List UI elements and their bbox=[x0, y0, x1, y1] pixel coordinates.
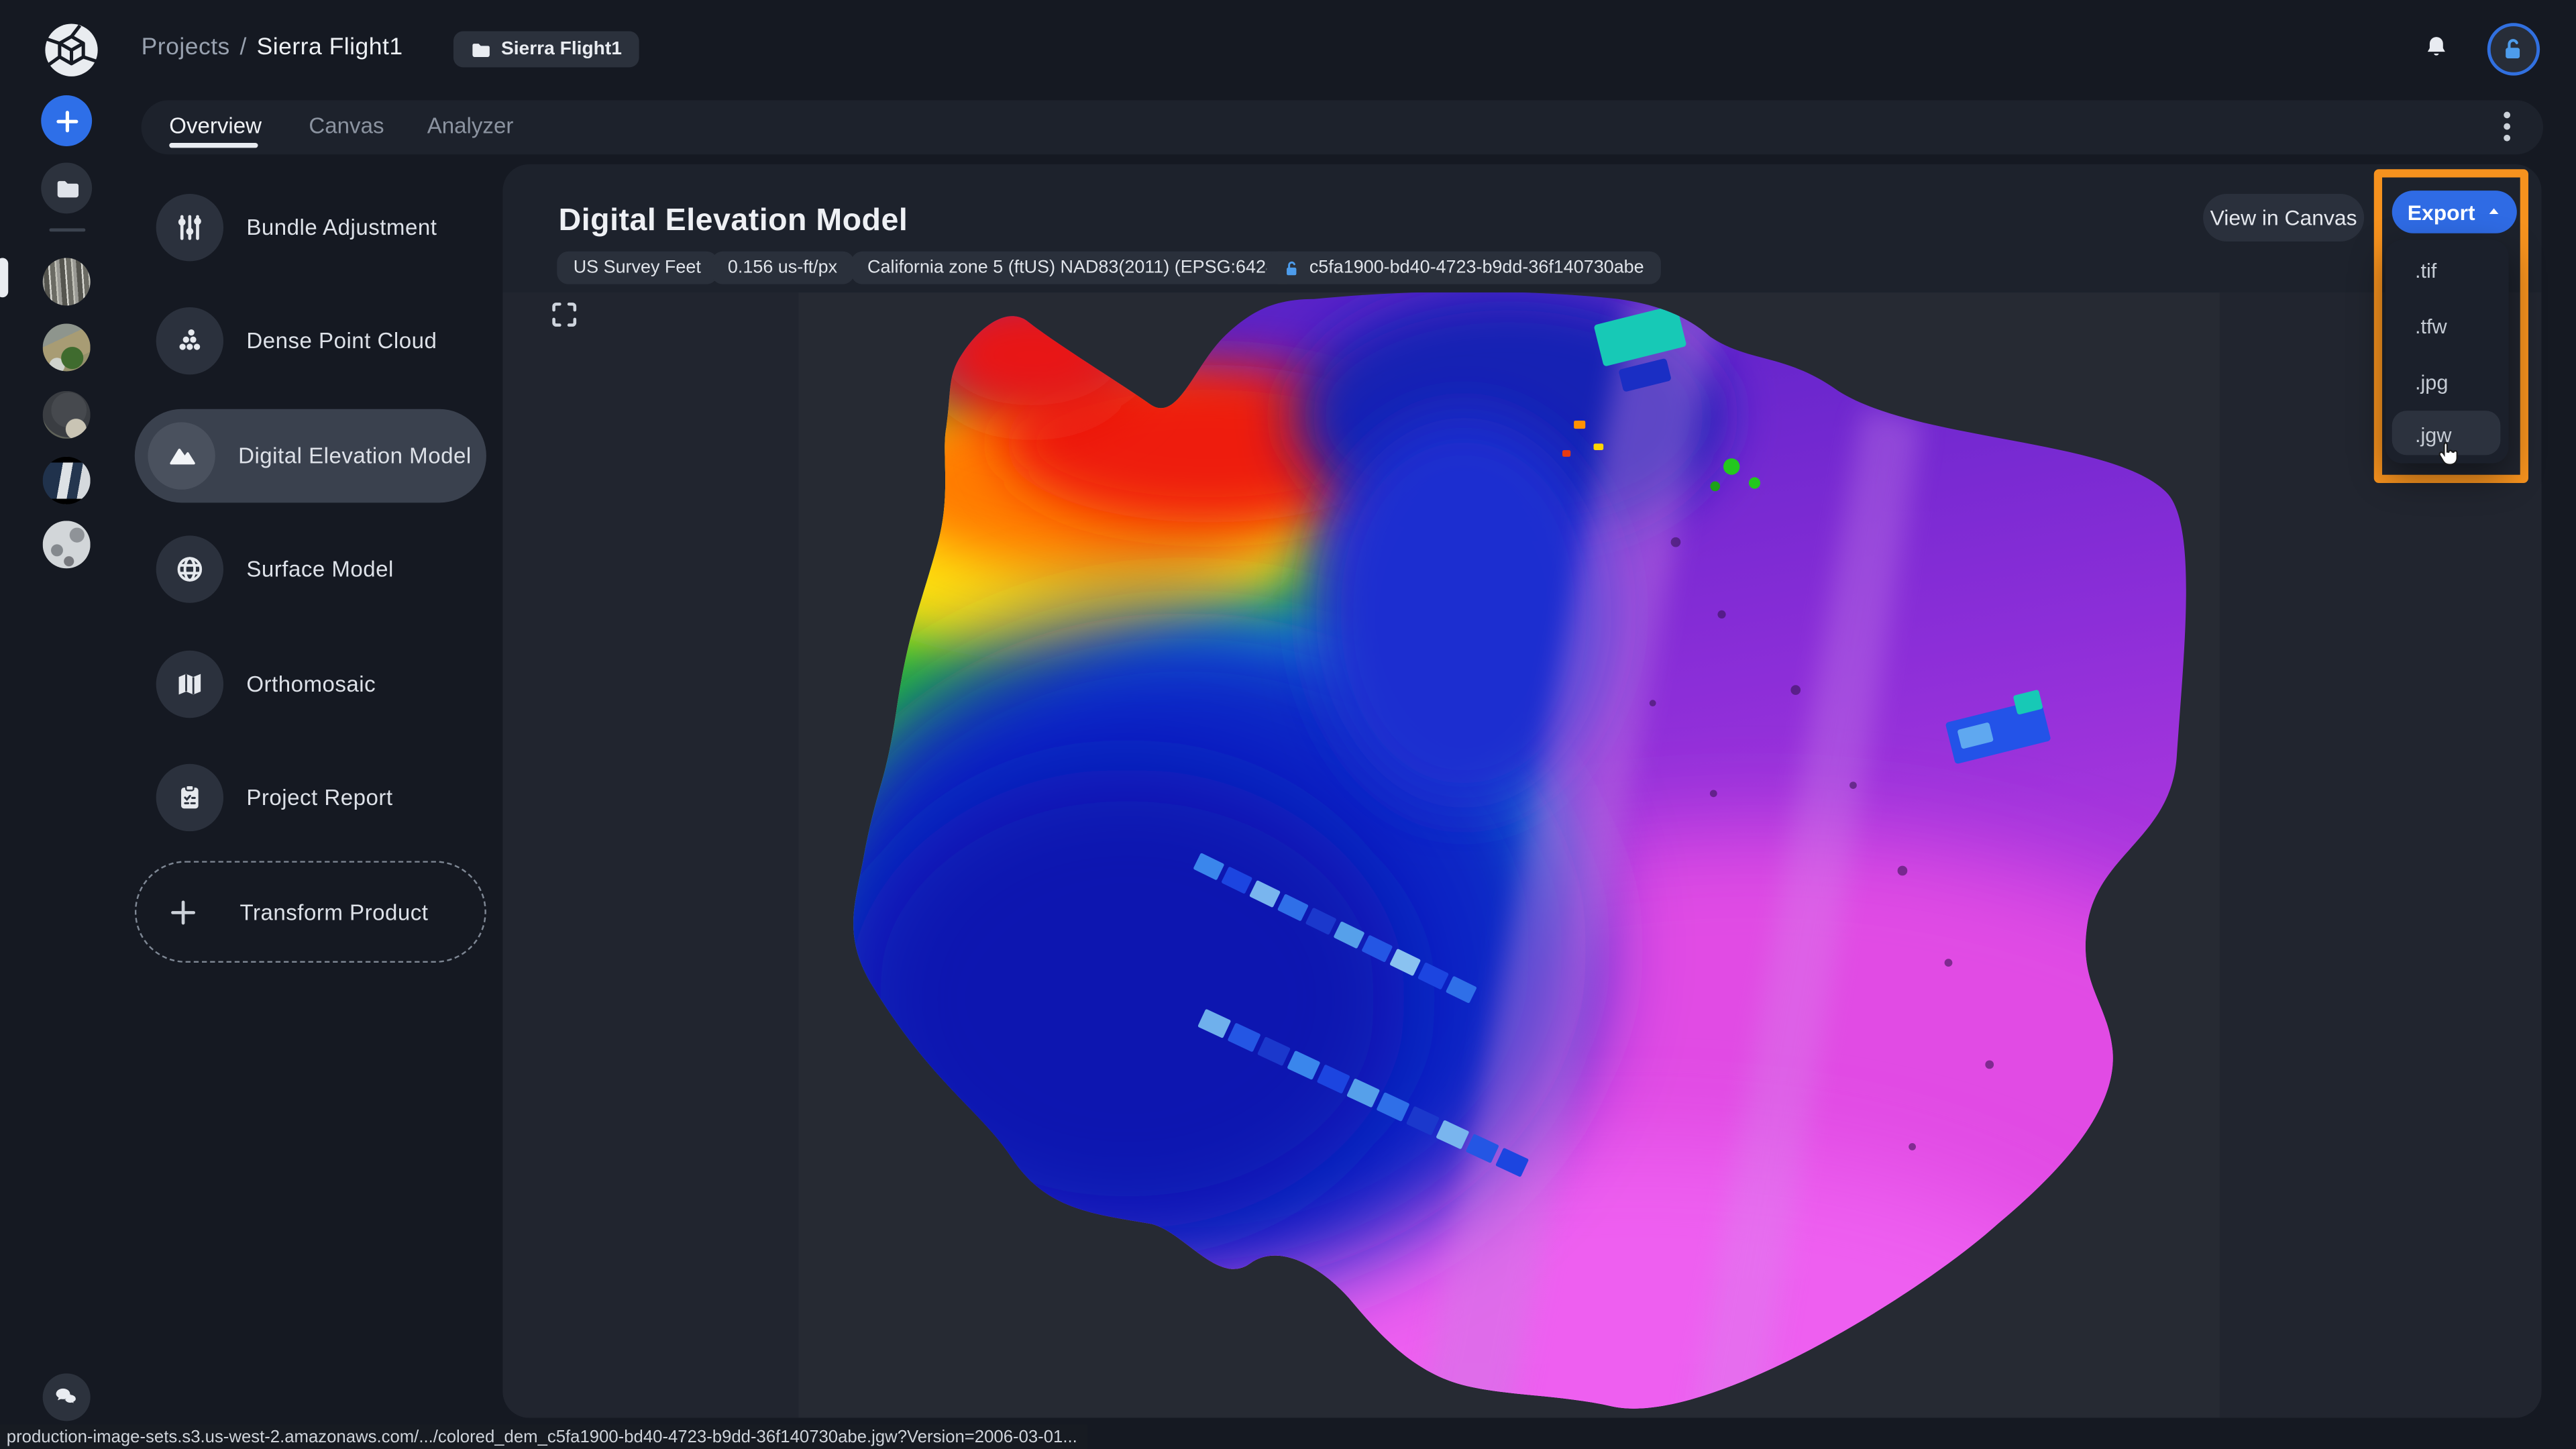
units-badge: US Survey Feet bbox=[557, 251, 718, 284]
tab-analyzer[interactable]: Analyzer bbox=[427, 113, 514, 138]
globe-icon bbox=[156, 535, 224, 603]
flight-thumbnail-5[interactable] bbox=[42, 521, 91, 569]
sidebar-item-label: Digital Elevation Model bbox=[238, 443, 472, 468]
project-badge[interactable]: Sierra Flight1 bbox=[453, 31, 639, 68]
browser-status-bar: production-image-sets.s3.us-west-2.amazo… bbox=[0, 1424, 1087, 1449]
notifications-bell-icon[interactable] bbox=[2420, 33, 2453, 66]
active-flight-indicator bbox=[0, 258, 9, 298]
sidebar-item-label: Dense Point Cloud bbox=[246, 328, 437, 354]
page-title: Digital Elevation Model bbox=[558, 203, 908, 239]
dem-raster-image bbox=[798, 292, 2220, 1418]
rail-divider bbox=[49, 228, 86, 232]
crs-badge: California zone 5 (ftUS) NAD83(2011) (EP… bbox=[851, 251, 1299, 284]
flight-thumbnail-2[interactable] bbox=[42, 323, 91, 372]
more-options-kebab-icon[interactable] bbox=[2497, 109, 2516, 145]
chevron-up-icon bbox=[2488, 208, 2498, 214]
sidebar-item-dense-point-cloud[interactable]: Dense Point Cloud bbox=[142, 294, 503, 388]
app-logo-icon[interactable] bbox=[44, 23, 99, 77]
fullscreen-expand-icon[interactable] bbox=[552, 303, 577, 327]
tab-overview[interactable]: Overview bbox=[169, 113, 262, 138]
export-option-jpg[interactable]: .jpg bbox=[2415, 370, 2448, 393]
plus-icon bbox=[56, 109, 78, 132]
sidebar-item-label: Bundle Adjustment bbox=[246, 214, 437, 239]
projects-folder-button[interactable] bbox=[41, 162, 93, 214]
mountains-icon bbox=[148, 421, 215, 489]
clipboard-icon bbox=[156, 763, 224, 832]
mouse-cursor-pointer bbox=[2434, 440, 2463, 468]
resolution-badge-label: 0.156 us-ft/px bbox=[727, 258, 838, 278]
flight-thumbnail-1[interactable] bbox=[42, 258, 91, 306]
folder-icon bbox=[472, 42, 490, 56]
sidebar-item-surface-model[interactable]: Surface Model bbox=[142, 523, 503, 616]
resolution-badge: 0.156 us-ft/px bbox=[711, 251, 854, 284]
map-icon bbox=[156, 649, 224, 717]
dem-viewer bbox=[502, 292, 2542, 1418]
export-button-label: Export bbox=[2407, 199, 2475, 225]
flight-thumbnail-3[interactable] bbox=[42, 390, 91, 439]
support-chat-button[interactable] bbox=[42, 1373, 91, 1421]
plus-icon bbox=[150, 898, 217, 926]
open-lock-icon bbox=[1287, 260, 1297, 275]
breadcrumb: Projects / Sierra Flight1 bbox=[142, 34, 403, 60]
sidebar-item-label: Orthomosaic bbox=[246, 671, 376, 696]
view-in-canvas-button[interactable]: View in Canvas bbox=[2203, 193, 2365, 241]
export-option-tif[interactable]: .tif bbox=[2415, 260, 2436, 282]
folder-icon bbox=[56, 180, 78, 197]
units-badge-label: US Survey Feet bbox=[573, 258, 701, 278]
add-project-button[interactable] bbox=[41, 95, 93, 146]
sidebar-item-project-report[interactable]: Project Report bbox=[142, 751, 503, 845]
dataset-id-badge: c5fa1900-bd40-4723-b9dd-36f140730abe bbox=[1267, 251, 1661, 284]
dataset-id-label: c5fa1900-bd40-4723-b9dd-36f140730abe bbox=[1309, 258, 1644, 278]
export-button[interactable]: Export bbox=[2392, 191, 2517, 233]
flight-thumbnail-4[interactable] bbox=[42, 456, 91, 504]
sidebar-item-digital-elevation-model[interactable]: Digital Elevation Model bbox=[134, 408, 486, 502]
chat-bubbles-icon bbox=[56, 1388, 78, 1407]
sliders-icon bbox=[156, 193, 224, 261]
project-badge-label: Sierra Flight1 bbox=[500, 39, 622, 60]
tab-canvas[interactable]: Canvas bbox=[309, 113, 384, 138]
point-cloud-icon bbox=[156, 307, 224, 375]
open-lock-icon bbox=[2506, 39, 2520, 58]
sidebar-item-bundle-adjustment[interactable]: Bundle Adjustment bbox=[142, 180, 503, 274]
sidebar-item-label: Project Report bbox=[246, 785, 393, 810]
view-in-canvas-label: View in Canvas bbox=[2210, 205, 2357, 230]
export-option-tfw[interactable]: .tfw bbox=[2415, 315, 2447, 337]
breadcrumb-current: Sierra Flight1 bbox=[256, 34, 403, 61]
sidebar-item-orthomosaic[interactable]: Orthomosaic bbox=[142, 637, 503, 731]
unlock-button[interactable] bbox=[2487, 23, 2540, 76]
active-tab-underline bbox=[169, 143, 258, 148]
crs-badge-label: California zone 5 (ftUS) NAD83(2011) (EP… bbox=[867, 258, 1282, 278]
transform-product-button[interactable]: Transform Product bbox=[134, 861, 486, 963]
transform-product-label: Transform Product bbox=[239, 899, 429, 924]
breadcrumb-separator: / bbox=[239, 34, 247, 61]
app-window: Projects / Sierra Flight1 Sierra Flight1 bbox=[0, 0, 2576, 1449]
status-url-text: production-image-sets.s3.us-west-2.amazo… bbox=[6, 1426, 1077, 1447]
breadcrumb-projects[interactable]: Projects bbox=[142, 34, 230, 60]
sidebar-item-label: Surface Model bbox=[246, 557, 394, 582]
